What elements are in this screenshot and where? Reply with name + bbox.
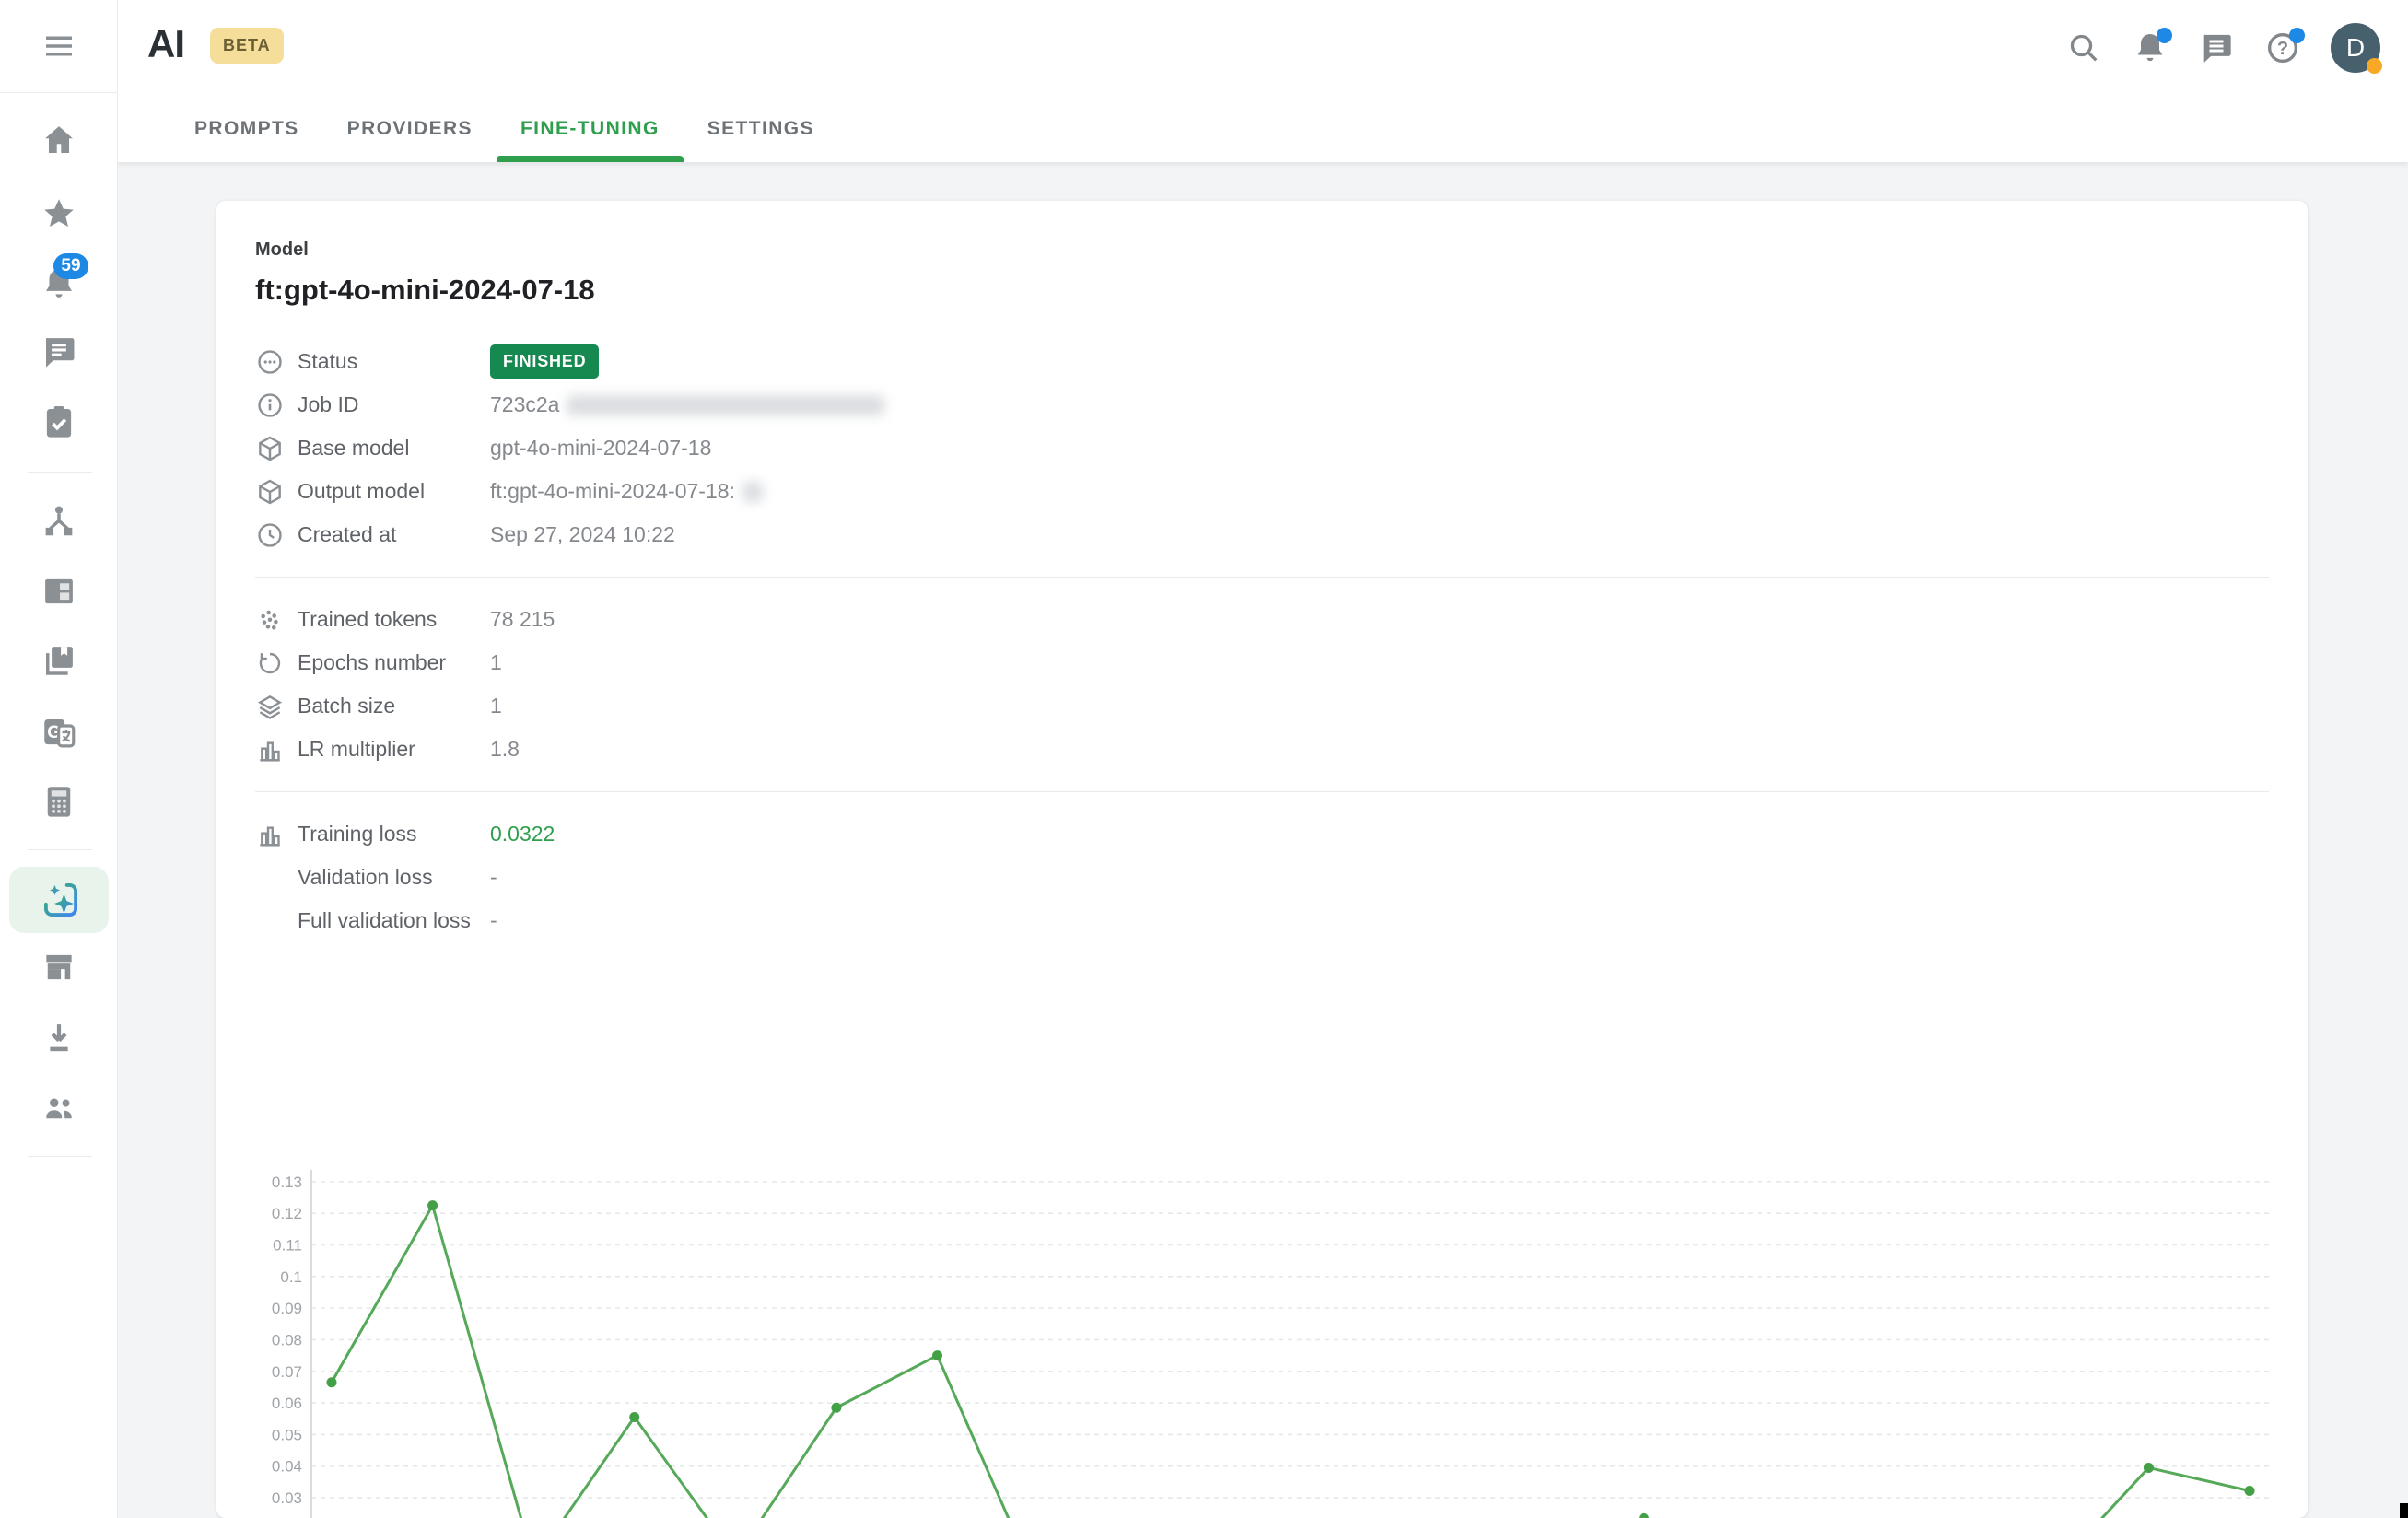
beta-badge: BETA <box>210 28 284 64</box>
detail-row-job-id: Job ID 723c2a <box>255 383 2269 426</box>
divider <box>255 577 2269 578</box>
output-model-value: ft:gpt-4o-mini-2024-07-18: <box>490 479 735 504</box>
top-bar: AI BETA ? D <box>118 0 2408 96</box>
svg-text:0.12: 0.12 <box>272 1205 302 1222</box>
chart-icon <box>255 735 285 765</box>
star-icon[interactable] <box>40 194 78 233</box>
library-icon[interactable] <box>40 641 78 680</box>
menu-icon[interactable] <box>40 27 78 65</box>
users-icon[interactable] <box>40 1089 78 1127</box>
clock-icon <box>255 520 285 550</box>
redacted-text <box>567 395 884 415</box>
notifications-count-badge: 59 <box>53 253 88 279</box>
tokens-icon <box>255 605 285 635</box>
help-icon[interactable]: ? <box>2264 29 2301 66</box>
svg-text:0.08: 0.08 <box>272 1331 302 1349</box>
loss-row-full-validation: Full validation loss - <box>255 899 2269 942</box>
divider <box>255 791 2269 792</box>
svg-text:0.06: 0.06 <box>272 1395 302 1412</box>
package-icon <box>255 434 285 463</box>
hp-row-batch-size: Batch size 1 <box>255 684 2269 728</box>
svg-text:0.13: 0.13 <box>272 1174 302 1191</box>
hp-row-lr-multiplier: LR multiplier 1.8 <box>255 728 2269 771</box>
home-icon[interactable] <box>40 121 78 159</box>
svg-text:0.09: 0.09 <box>272 1300 302 1317</box>
help-dot <box>2289 28 2305 43</box>
notifications-icon[interactable] <box>2132 29 2168 66</box>
svg-text:0.05: 0.05 <box>272 1426 302 1443</box>
lr-multiplier-value: 1.8 <box>490 737 520 762</box>
svg-text:0.07: 0.07 <box>272 1363 302 1381</box>
sidebar-divider <box>28 1156 92 1157</box>
epochs-icon <box>255 648 285 678</box>
training-loss-value: 0.0322 <box>490 822 555 847</box>
store-icon[interactable] <box>40 948 78 987</box>
loss-row-training: Training loss 0.0322 <box>255 812 2269 856</box>
detail-row-base-model: Base model gpt-4o-mini-2024-07-18 <box>255 426 2269 470</box>
tab-providers[interactable]: PROVIDERS <box>323 96 497 162</box>
workflow-icon[interactable] <box>40 501 78 540</box>
epochs-value: 1 <box>490 650 502 675</box>
chart-icon <box>255 820 285 849</box>
tasks-icon[interactable] <box>40 403 78 441</box>
tabs-bar: PROMPTS PROVIDERS FINE-TUNING SETTINGS <box>118 96 2408 162</box>
job-id-value: 723c2a <box>490 392 559 417</box>
download-icon[interactable] <box>40 1019 78 1057</box>
detail-row-output-model: Output model ft:gpt-4o-mini-2024-07-18: <box>255 470 2269 513</box>
redacted-text <box>742 482 763 502</box>
sidebar: 59 G <box>0 0 118 1518</box>
status-icon <box>255 347 285 377</box>
model-name: ft:gpt-4o-mini-2024-07-18 <box>255 274 2269 307</box>
loss-row-validation: Validation loss - <box>255 856 2269 899</box>
layout-icon[interactable] <box>40 572 78 611</box>
app-logo: AI <box>147 22 184 66</box>
messages-icon[interactable] <box>2198 29 2235 66</box>
sidebar-divider <box>28 849 92 850</box>
tab-settings[interactable]: SETTINGS <box>684 96 838 162</box>
tab-prompts[interactable]: PROMPTS <box>170 96 323 162</box>
avatar-status-dot <box>2367 58 2382 74</box>
screen-corner-artifact <box>2400 1503 2408 1518</box>
model-section-label: Model <box>255 239 2269 261</box>
svg-text:?: ? <box>2277 39 2288 59</box>
loss-chart: 0.010.020.030.040.050.060.070.080.090.10… <box>216 1159 2308 1518</box>
trained-tokens-value: 78 215 <box>490 607 555 632</box>
validation-loss-value: - <box>490 865 497 890</box>
calculator-icon[interactable] <box>40 782 78 821</box>
avatar[interactable]: D <box>2331 23 2380 73</box>
model-card: Model ft:gpt-4o-mini-2024-07-18 Status F… <box>216 201 2308 1518</box>
package-icon <box>255 477 285 507</box>
search-icon[interactable] <box>2065 29 2102 66</box>
hp-row-epochs: Epochs number 1 <box>255 641 2269 684</box>
ai-sparkle-icon[interactable] <box>40 879 82 921</box>
svg-text:0.03: 0.03 <box>272 1489 302 1507</box>
avatar-initial: D <box>2346 33 2365 63</box>
sidebar-divider <box>0 92 118 93</box>
batch-size-value: 1 <box>490 694 502 718</box>
active-tab-underline <box>497 156 684 162</box>
chat-icon[interactable] <box>40 333 78 371</box>
svg-text:0.1: 0.1 <box>280 1268 302 1286</box>
notification-dot <box>2157 28 2172 43</box>
detail-row-status: Status FINISHED <box>255 340 2269 383</box>
sidebar-divider <box>28 472 92 473</box>
hp-row-trained-tokens: Trained tokens 78 215 <box>255 598 2269 641</box>
full-validation-loss-value: - <box>490 908 497 933</box>
translate-icon[interactable]: G <box>40 713 78 752</box>
svg-text:0.11: 0.11 <box>273 1237 302 1255</box>
detail-row-created-at: Created at Sep 27, 2024 10:22 <box>255 513 2269 556</box>
created-at-value: Sep 27, 2024 10:22 <box>490 522 675 547</box>
status-badge: FINISHED <box>490 344 599 379</box>
tab-fine-tuning[interactable]: FINE-TUNING <box>497 96 684 162</box>
batch-icon <box>255 692 285 721</box>
info-icon <box>255 391 285 420</box>
base-model-value: gpt-4o-mini-2024-07-18 <box>490 436 711 461</box>
svg-text:0.04: 0.04 <box>272 1458 302 1476</box>
